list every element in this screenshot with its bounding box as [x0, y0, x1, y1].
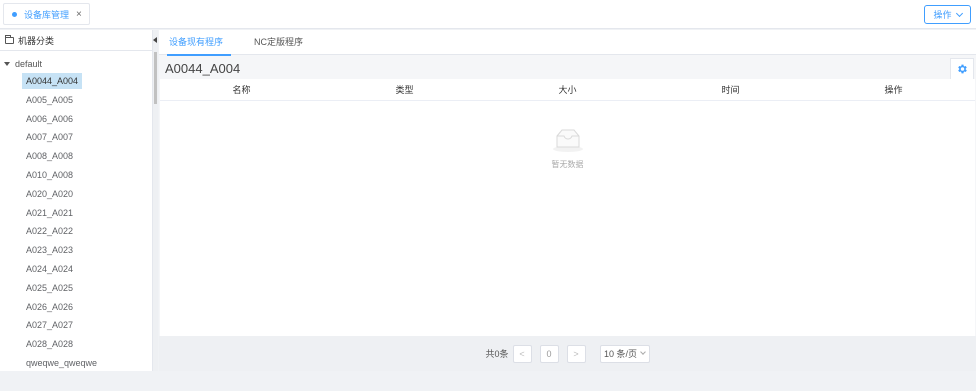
gear-icon	[958, 64, 967, 74]
tree-item[interactable]: A028_A028	[22, 336, 77, 352]
total-count: 共0条	[485, 349, 509, 359]
operations-button-label: 操作	[933, 10, 952, 20]
tree-root-default[interactable]: default	[4, 59, 42, 69]
tree-item[interactable]: A027_A027	[22, 317, 77, 333]
tree-item[interactable]: A020_A020	[22, 186, 77, 202]
sidebar-scrollbar-thumb[interactable]	[154, 52, 157, 104]
tab-current-programs[interactable]: 设备现有程序	[166, 30, 232, 56]
chevron-down-icon	[955, 9, 963, 17]
empty-state: 暂无数据	[160, 127, 975, 170]
close-icon[interactable]: ×	[76, 9, 82, 20]
caret-down-icon[interactable]	[4, 62, 10, 66]
tree-item[interactable]: A023_A023	[22, 242, 77, 258]
tree-item[interactable]: qweqwe_qweqwe	[22, 355, 101, 371]
table-header: 名称 类型 大小 时间 操作	[160, 79, 975, 101]
device-title: A0044_A004	[165, 61, 241, 76]
main-panel: 设备现有程序 NC定版程序 A0044_A004 名称 类型 大小 时间 操作 …	[159, 30, 976, 371]
column-header-name[interactable]: 名称	[160, 83, 323, 96]
tree-item[interactable]: A022_A022	[22, 223, 77, 239]
page-tab-device-library[interactable]: 设备库管理 ×	[3, 3, 90, 25]
tree-item[interactable]: A024_A024	[22, 261, 77, 277]
column-header-size[interactable]: 大小	[486, 83, 649, 96]
tree-item[interactable]: A010_A008	[22, 167, 77, 183]
chevron-down-icon	[640, 349, 646, 355]
tab-nc-release-programs[interactable]: NC定版程序	[254, 30, 303, 55]
page-size-value: 10 条/页	[603, 349, 637, 359]
active-dot-icon	[12, 11, 17, 17]
top-tab-bar: 设备库管理 × 操作	[0, 0, 976, 29]
page-size-select[interactable]: 10 条/页	[599, 344, 650, 363]
tree-list: A0044_A004 A005_A005 A006_A006 A007_A007 A00…	[22, 73, 101, 371]
tree-item[interactable]: A0044_A004	[22, 73, 83, 89]
empty-inbox-icon	[552, 129, 583, 152]
operations-button[interactable]: 操作	[924, 5, 971, 24]
current-page[interactable]: 0	[539, 344, 559, 363]
empty-text: 暂无数据	[551, 160, 584, 169]
content-tabs: 设备现有程序 NC定版程序	[159, 30, 976, 56]
sidebar-header: 机器分类	[0, 30, 152, 51]
column-header-time[interactable]: 时间	[649, 83, 812, 96]
pagination: 共0条 < 0 > 10 条/页	[159, 336, 976, 371]
collapse-sidebar-icon[interactable]	[153, 37, 157, 43]
page-tab-label: 设备库管理	[24, 9, 70, 20]
tree-item[interactable]: A021_A021	[22, 205, 77, 221]
tree-item[interactable]: A005_A005	[22, 92, 77, 108]
tree-item[interactable]: A025_A025	[22, 280, 77, 296]
settings-button[interactable]	[950, 58, 974, 80]
tree-root-label: default	[15, 59, 43, 69]
folder-icon	[5, 34, 14, 44]
tree-item[interactable]: A008_A008	[22, 148, 77, 164]
column-header-type[interactable]: 类型	[323, 83, 486, 96]
column-header-actions[interactable]: 操作	[812, 83, 975, 96]
prev-page-button[interactable]: <	[512, 344, 532, 363]
next-page-button[interactable]: >	[566, 344, 586, 363]
programs-table: 名称 类型 大小 时间 操作 暂无数据	[160, 79, 975, 336]
tree-item[interactable]: A006_A006	[22, 111, 77, 127]
sidebar: 机器分类 default A0044_A004 A005_A005 A006_A00…	[0, 30, 153, 371]
tree-item[interactable]: A026_A026	[22, 299, 77, 315]
tree-item[interactable]: A007_A007	[22, 129, 77, 145]
sidebar-title: 机器分类	[18, 35, 55, 46]
